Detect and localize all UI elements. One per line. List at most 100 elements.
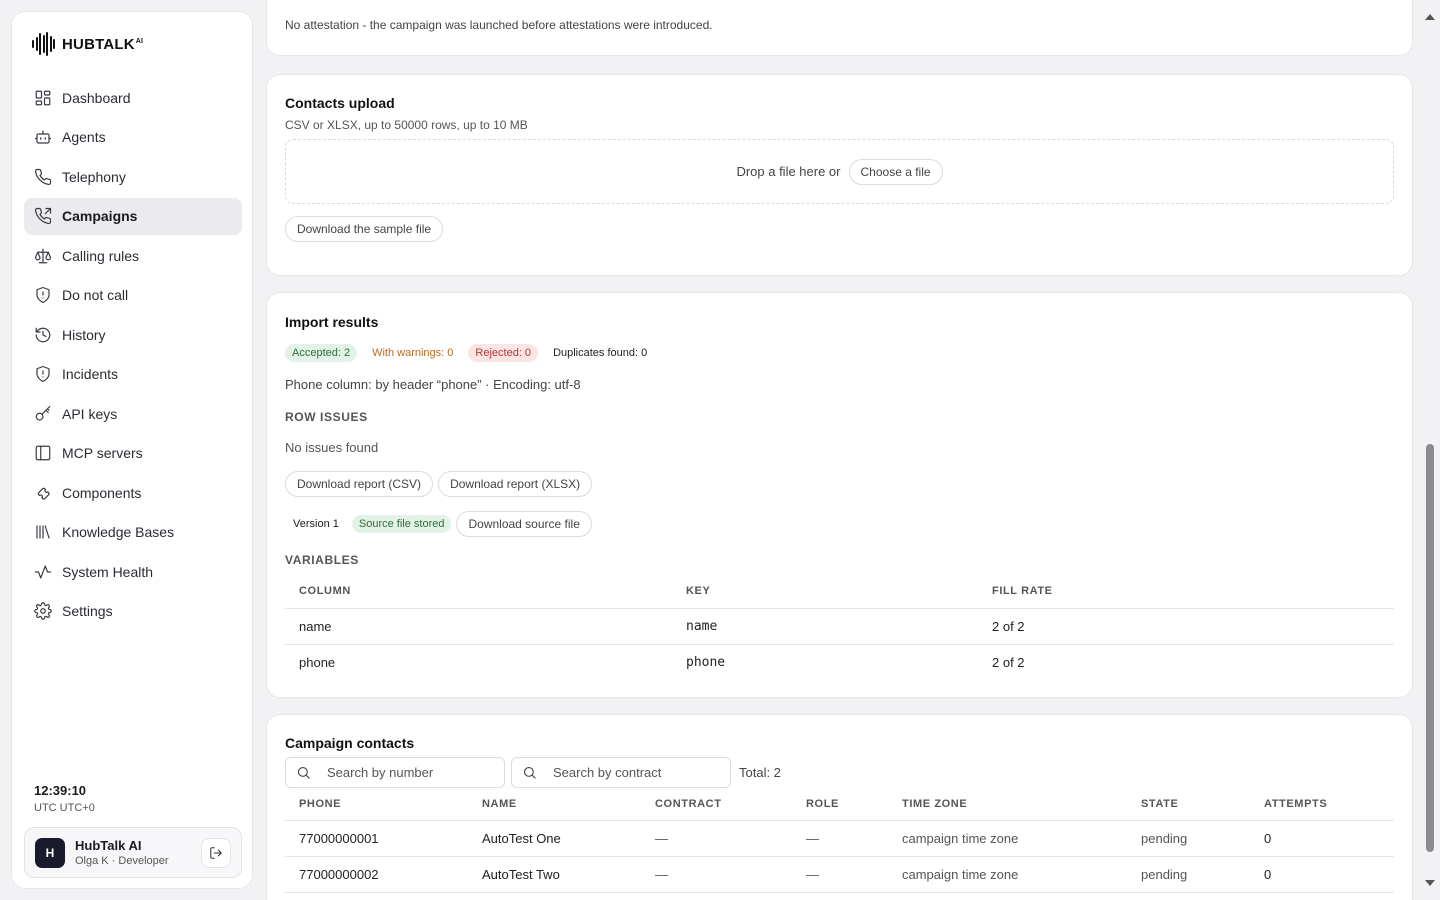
sidebar-item-settings[interactable]: Settings — [24, 593, 242, 630]
sidebar-item-api-keys[interactable]: API keys — [24, 395, 242, 432]
import-info: Phone column: by header “phone” · Encodi… — [285, 377, 581, 392]
sidebar-item-label: API keys — [62, 405, 118, 422]
duplicates-badge: Duplicates found: 0 — [553, 347, 648, 359]
sidebar-item-label: Do not call — [62, 287, 129, 303]
import-badges: Accepted: 2 With warnings: 0 Rejected: 0… — [285, 344, 654, 362]
sidebar-item-dashboard[interactable]: Dashboard — [24, 79, 242, 116]
sidebar-item-label: Knowledge Bases — [62, 524, 175, 540]
sidebar-item-history[interactable]: History — [24, 316, 242, 353]
variable-fill-rate: 2 of 2 — [978, 608, 1394, 645]
phone-icon — [34, 168, 52, 186]
campaign-contacts-card: Campaign contacts Total: 2 PHONE NAME CO… — [266, 714, 1413, 900]
sidebar-item-label: Settings — [62, 603, 113, 619]
contact-role: — — [792, 856, 888, 893]
accepted-badge: Accepted: 2 — [285, 344, 358, 362]
sidebar-item-label: Campaigns — [62, 208, 138, 224]
activity-icon — [34, 563, 52, 581]
robot-icon — [34, 128, 52, 146]
attestation-card: No attestation - the campaign was launch… — [266, 0, 1413, 56]
sidebar-item-label: Telephony — [62, 168, 126, 185]
scroll-up-arrow-icon[interactable] — [1425, 14, 1435, 20]
logo-text: HUBTALKAI — [62, 35, 144, 53]
sidebar-item-label: Calling rules — [62, 247, 140, 264]
variable-column: phone — [299, 654, 336, 670]
contact-phone: 77000000002 — [285, 856, 468, 893]
download-source-button[interactable]: Download source file — [456, 511, 592, 537]
sidebar-item-system-health[interactable]: System Health — [24, 553, 242, 590]
attestation-note: No attestation - the campaign was launch… — [285, 18, 713, 32]
column-header: ROLE — [792, 789, 888, 821]
page-scrollbar[interactable] — [1420, 0, 1440, 900]
contact-attempts: 0 — [1250, 856, 1394, 893]
contact-state: pending — [1127, 856, 1250, 893]
sidebar-nav: Dashboard Agents Telephony Campaigns Cal… — [24, 79, 242, 632]
search-icon — [523, 766, 536, 779]
user-card[interactable]: H HubTalk AI Olga K · Developer — [24, 827, 242, 878]
upload-subtitle: CSV or XLSX, up to 50000 rows, up to 10 … — [285, 118, 528, 132]
sidebar-item-label: System Health — [62, 563, 154, 580]
sidebar-item-label: MCP servers — [62, 445, 143, 461]
column-header: TIME ZONE — [888, 789, 1127, 821]
variable-key: phone — [686, 654, 726, 670]
download-sample-button[interactable]: Download the sample file — [285, 216, 444, 242]
variables-table: COLUMN KEY FILL RATE name name 2 of 2 ph… — [285, 575, 1394, 680]
column-header: NAME — [468, 789, 641, 821]
variable-key: name — [672, 608, 978, 645]
scale-icon — [34, 247, 52, 265]
search-contract-input[interactable] — [553, 765, 713, 780]
search-number-input[interactable] — [327, 765, 487, 780]
import-title: Import results — [285, 314, 379, 330]
gear-icon — [34, 602, 52, 620]
shield-alert-icon — [34, 365, 52, 383]
search-icon — [297, 766, 310, 779]
history-icon — [34, 326, 52, 344]
sidebar: HUBTALKAI Dashboard Agents Telephony Cam… — [11, 11, 253, 889]
clock-timezone: UTC UTC+0 — [34, 802, 95, 814]
logout-icon — [210, 847, 222, 859]
sidebar-item-mcp-servers[interactable]: MCP servers — [24, 435, 242, 472]
sidebar-item-do-not-call[interactable]: Do not call — [24, 277, 242, 314]
table-row[interactable]: 77000000001 AutoTest One — — campaign ti… — [285, 820, 1394, 857]
sidebar-item-knowledge-bases[interactable]: Knowledge Bases — [24, 514, 242, 551]
sidebar-item-incidents[interactable]: Incidents — [24, 356, 242, 393]
contact-phone: 77000000001 — [285, 820, 468, 857]
contact-role: — — [792, 820, 888, 857]
dashboard-icon — [34, 89, 52, 107]
user-role: Olga K · Developer — [75, 855, 169, 867]
scroll-down-arrow-icon[interactable] — [1425, 880, 1435, 886]
logout-button[interactable] — [201, 838, 231, 868]
contacts-title: Campaign contacts — [285, 735, 415, 751]
sidebar-item-calling-rules[interactable]: Calling rules — [24, 237, 242, 274]
hubtalk-logo[interactable]: HUBTALKAI — [32, 32, 143, 56]
no-issues-text: No issues found — [285, 440, 379, 455]
search-number-box — [285, 757, 505, 788]
sidebar-item-label: Dashboard — [62, 89, 131, 106]
avatar: H — [35, 837, 65, 868]
column-header: STATE — [1127, 789, 1250, 821]
sidebar-item-agents[interactable]: Agents — [24, 119, 242, 156]
sidebar-item-campaigns[interactable]: Campaigns — [24, 197, 242, 235]
choose-file-button[interactable]: Choose a file — [848, 158, 943, 185]
library-icon — [34, 523, 52, 541]
table-row: name name 2 of 2 — [285, 608, 1394, 645]
total-count: Total: 2 — [739, 765, 781, 780]
contact-timezone: campaign time zone — [888, 820, 1127, 857]
table-row[interactable]: 77000000002 AutoTest Two — — campaign ti… — [285, 856, 1394, 893]
clock: 12:39:10 UTC UTC+0 — [34, 783, 95, 814]
logo-wave-icon — [32, 32, 55, 56]
download-report-csv-button[interactable]: Download report (CSV) — [285, 471, 434, 497]
column-header: CONTRACT — [641, 789, 792, 821]
sidebar-item-telephony[interactable]: Telephony — [24, 158, 242, 195]
scrollbar-thumb[interactable] — [1426, 444, 1434, 852]
file-dropzone[interactable]: Drop a file here or Choose a file — [285, 139, 1394, 204]
phone-outgoing-icon — [34, 207, 52, 225]
sidebar-item-components[interactable]: Components — [24, 474, 242, 511]
import-results-card: Import results Accepted: 2 With warnings… — [266, 292, 1413, 698]
clock-time: 12:39:10 — [34, 783, 87, 798]
column-header: KEY — [672, 575, 978, 609]
rejected-badge: Rejected: 0 — [468, 344, 539, 362]
version-label: Version 1 — [293, 518, 339, 530]
key-icon — [34, 405, 52, 423]
download-report-xlsx-button[interactable]: Download report (XLSX) — [438, 471, 593, 497]
column-header: FILL RATE — [978, 575, 1394, 609]
